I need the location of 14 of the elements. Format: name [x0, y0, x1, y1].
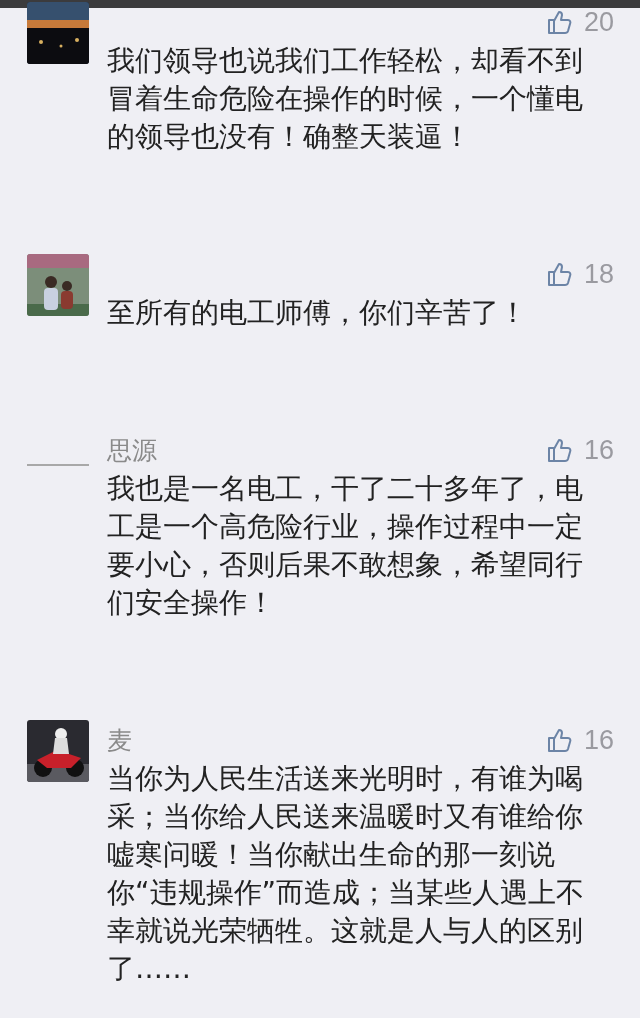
like-count: 16 — [583, 434, 614, 466]
like-count: 16 — [583, 724, 614, 756]
thumbs-up-icon[interactable] — [545, 9, 572, 35]
user-name: 麦 — [107, 724, 133, 757]
thumbs-up-icon[interactable] — [545, 437, 572, 463]
user-name: 思源 — [107, 434, 158, 467]
comment-text: 我们领导也说我们工作轻松，却看不到冒着生命危险在操作的时候，一个懂电的领导也没有！确整天装逼！ — [107, 43, 584, 155]
comment-text: 当你为人民生活送来光明时，有谁为喝采；当你给人民送来温暖时又有谁给你嘘寒问暖！当你献出生命的那一刻说你“违规操作”而造成；当某些人遇上不幸就说光荣牺牲。这就是人与人的区别了…… — [107, 761, 585, 987]
comment-text: 至所有的电工师傅，你们辛苦了！ — [107, 295, 528, 331]
like-count: 20 — [583, 6, 614, 38]
thumbs-up-icon[interactable] — [545, 261, 572, 287]
comment-text: 我也是一名电工，干了二十多年了，电工是一个高危险行业，操作过程中一定要小心，否则后果不敢想象，希望同行们安全操作！ — [107, 471, 584, 621]
like-count: 18 — [583, 258, 614, 290]
thumbs-up-icon[interactable] — [545, 727, 572, 753]
